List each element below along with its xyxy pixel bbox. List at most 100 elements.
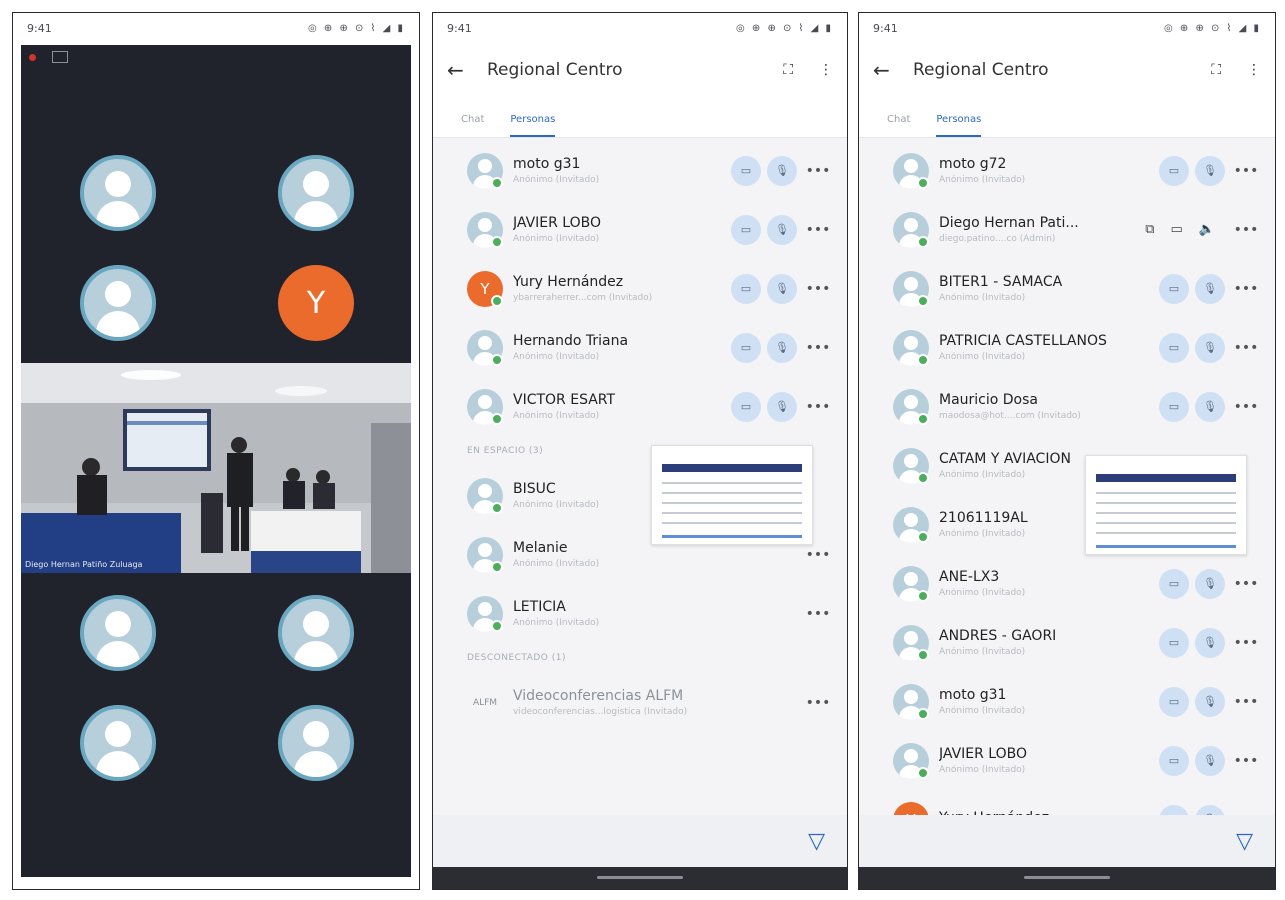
system-nav-bar bbox=[433, 867, 847, 889]
more-options-icon[interactable]: ••• bbox=[803, 606, 833, 622]
more-options-icon[interactable]: ••• bbox=[803, 163, 833, 179]
room-video-feed[interactable]: Diego Hernan Patiño Zuluaga bbox=[21, 363, 411, 573]
list-item[interactable]: PATRICIA CASTELLANOS Anónimo (Invitado) ▭… bbox=[859, 318, 1275, 377]
more-options-icon[interactable]: ••• bbox=[803, 547, 833, 563]
participant-tile[interactable] bbox=[21, 585, 215, 695]
shared-screen-thumbnail[interactable] bbox=[1085, 455, 1247, 555]
more-options-icon[interactable]: ••• bbox=[803, 281, 833, 297]
expand-icon[interactable]: ⛶ bbox=[783, 62, 793, 78]
camera-off-icon[interactable]: ▭ bbox=[1159, 155, 1189, 186]
mic-muted-icon[interactable]: 🎙 bbox=[1195, 391, 1225, 422]
participant-tile[interactable]: Y bbox=[219, 255, 413, 365]
list-item[interactable]: ALFM Videoconferencias ALFM videoconferen… bbox=[433, 673, 847, 732]
camera-off-icon[interactable]: ▭ bbox=[1159, 273, 1189, 304]
presenter-icon[interactable]: ⧉ bbox=[1145, 222, 1154, 237]
list-item[interactable]: JAVIER LOBO Anónimo (Invitado) ▭ 🎙 ••• bbox=[433, 200, 847, 259]
camera-off-icon[interactable]: ▭ bbox=[1159, 332, 1189, 363]
list-item[interactable]: ANE-LX3 Anónimo (Invitado) ▭ 🎙 ••• bbox=[859, 554, 1275, 613]
more-options-icon[interactable]: ••• bbox=[1231, 399, 1261, 415]
tab-personas[interactable]: Personas bbox=[936, 114, 982, 137]
more-options-icon[interactable]: ••• bbox=[1231, 340, 1261, 356]
expand-icon[interactable]: ⛶ bbox=[1211, 62, 1221, 78]
more-options-icon[interactable]: ••• bbox=[803, 222, 833, 238]
more-options-icon[interactable]: ••• bbox=[1231, 222, 1261, 238]
participant-tile[interactable] bbox=[21, 145, 215, 255]
mic-muted-icon[interactable]: 🎙 bbox=[1195, 273, 1225, 304]
mic-muted-icon[interactable]: 🎙 bbox=[1195, 568, 1225, 599]
list-item[interactable]: JAVIER LOBO Anónimo (Invitado) ▭ 🎙 ••• bbox=[859, 731, 1275, 790]
camera-off-icon[interactable]: ▭ bbox=[1159, 391, 1189, 422]
filter-icon[interactable]: ▽ bbox=[808, 829, 825, 854]
list-item[interactable]: LETICIA Anónimo (Invitado) ••• bbox=[433, 584, 847, 643]
participant-tile[interactable] bbox=[219, 145, 413, 255]
list-item[interactable]: VICTOR ESART Anónimo (Invitado) ▭ 🎙 ••• bbox=[433, 377, 847, 436]
list-item[interactable]: Diego Hernan Pati... diego.patino....co (… bbox=[859, 200, 1275, 259]
speaker-icon[interactable]: 🔈 bbox=[1199, 222, 1215, 237]
more-options-icon[interactable]: ••• bbox=[803, 340, 833, 356]
mic-muted-icon[interactable]: 🎙 bbox=[767, 273, 797, 304]
participant-tile[interactable] bbox=[219, 695, 413, 805]
online-status-icon bbox=[917, 531, 929, 543]
back-arrow-icon[interactable]: ← bbox=[447, 58, 487, 82]
tab-chat[interactable]: Chat bbox=[461, 114, 484, 137]
list-item[interactable]: moto g72 Anónimo (Invitado) ▭ 🎙 ••• bbox=[859, 141, 1275, 200]
more-options-icon[interactable]: ••• bbox=[803, 695, 833, 711]
more-options-icon[interactable]: ••• bbox=[1231, 576, 1261, 592]
more-options-icon[interactable]: ••• bbox=[1231, 281, 1261, 297]
filter-icon[interactable]: ▽ bbox=[1236, 829, 1253, 854]
online-status-icon bbox=[917, 236, 929, 248]
avatar-placeholder-icon bbox=[278, 155, 354, 231]
overflow-menu-icon[interactable]: ⋮ bbox=[819, 62, 833, 78]
more-options-icon[interactable]: ••• bbox=[1231, 694, 1261, 710]
list-item[interactable]: moto g31 Anónimo (Invitado) ▭ 🎙 ••• bbox=[433, 141, 847, 200]
camera-icon[interactable]: ▭ bbox=[1171, 222, 1183, 237]
mic-muted-icon[interactable]: 🎙 bbox=[767, 332, 797, 363]
list-item[interactable]: Mauricio Dosa maodosa@hot....com (Invitad… bbox=[859, 377, 1275, 436]
camera-off-icon[interactable]: ▭ bbox=[731, 155, 761, 186]
recording-indicator-icon bbox=[29, 53, 36, 61]
list-item[interactable]: ANDRES - GAORI Anónimo (Invitado) ▭ 🎙 ••• bbox=[859, 613, 1275, 672]
camera-off-icon[interactable]: ▭ bbox=[1159, 568, 1189, 599]
mic-muted-icon[interactable]: 🎙 bbox=[767, 155, 797, 186]
online-status-icon bbox=[917, 413, 929, 425]
list-item[interactable]: moto g31 Anónimo (Invitado) ▭ 🎙 ••• bbox=[859, 672, 1275, 731]
list-item[interactable]: Hernando Triana Anónimo (Invitado) ▭ 🎙 ••… bbox=[433, 318, 847, 377]
more-options-icon[interactable]: ••• bbox=[803, 399, 833, 415]
more-options-icon[interactable]: ••• bbox=[1231, 753, 1261, 769]
participant-tile[interactable] bbox=[21, 695, 215, 805]
mic-muted-icon[interactable]: 🎙 bbox=[767, 391, 797, 422]
more-options-icon[interactable]: ••• bbox=[1231, 635, 1261, 651]
mic-muted-icon[interactable]: 🎙 bbox=[1195, 745, 1225, 776]
online-status-icon bbox=[491, 295, 503, 307]
mic-muted-icon[interactable]: 🎙 bbox=[1195, 627, 1225, 658]
status-bar: 9:41 ◎ ⊕ ⊕ ⊙ ⌇ ◢ ▮ bbox=[859, 13, 1275, 43]
camera-off-icon[interactable]: ▭ bbox=[1159, 627, 1189, 658]
screen-share-icon[interactable] bbox=[52, 51, 68, 63]
overflow-menu-icon[interactable]: ⋮ bbox=[1247, 62, 1261, 78]
list-item[interactable]: BITER1 - SAMACA Anónimo (Invitado) ▭ 🎙 ••… bbox=[859, 259, 1275, 318]
back-arrow-icon[interactable]: ← bbox=[873, 58, 913, 82]
more-options-icon[interactable]: ••• bbox=[1231, 163, 1261, 179]
avatar-placeholder-icon bbox=[80, 155, 156, 231]
tab-personas[interactable]: Personas bbox=[510, 114, 556, 137]
list-item[interactable]: Y Yury Hernández ybarreraherrer...com (In… bbox=[433, 259, 847, 318]
participant-name: Diego Hernan Pati... bbox=[939, 215, 1079, 231]
camera-off-icon[interactable]: ▭ bbox=[1159, 686, 1189, 717]
participant-tile[interactable] bbox=[219, 585, 413, 695]
camera-off-icon[interactable]: ▭ bbox=[1159, 745, 1189, 776]
camera-off-icon[interactable]: ▭ bbox=[731, 214, 761, 245]
mic-muted-icon[interactable]: 🎙 bbox=[1195, 686, 1225, 717]
tab-bar: Chat Personas bbox=[433, 97, 847, 138]
camera-off-icon[interactable]: ▭ bbox=[731, 391, 761, 422]
online-status-icon bbox=[917, 590, 929, 602]
mic-muted-icon[interactable]: 🎙 bbox=[767, 214, 797, 245]
mic-muted-icon[interactable]: 🎙 bbox=[1195, 332, 1225, 363]
camera-off-icon[interactable]: ▭ bbox=[731, 332, 761, 363]
home-handle[interactable] bbox=[597, 876, 683, 879]
home-handle[interactable] bbox=[1024, 876, 1110, 879]
camera-off-icon[interactable]: ▭ bbox=[731, 273, 761, 304]
mic-muted-icon[interactable]: 🎙 bbox=[1195, 155, 1225, 186]
tab-chat[interactable]: Chat bbox=[887, 114, 910, 137]
participant-tile[interactable] bbox=[21, 255, 215, 365]
shared-screen-thumbnail[interactable] bbox=[651, 445, 813, 545]
